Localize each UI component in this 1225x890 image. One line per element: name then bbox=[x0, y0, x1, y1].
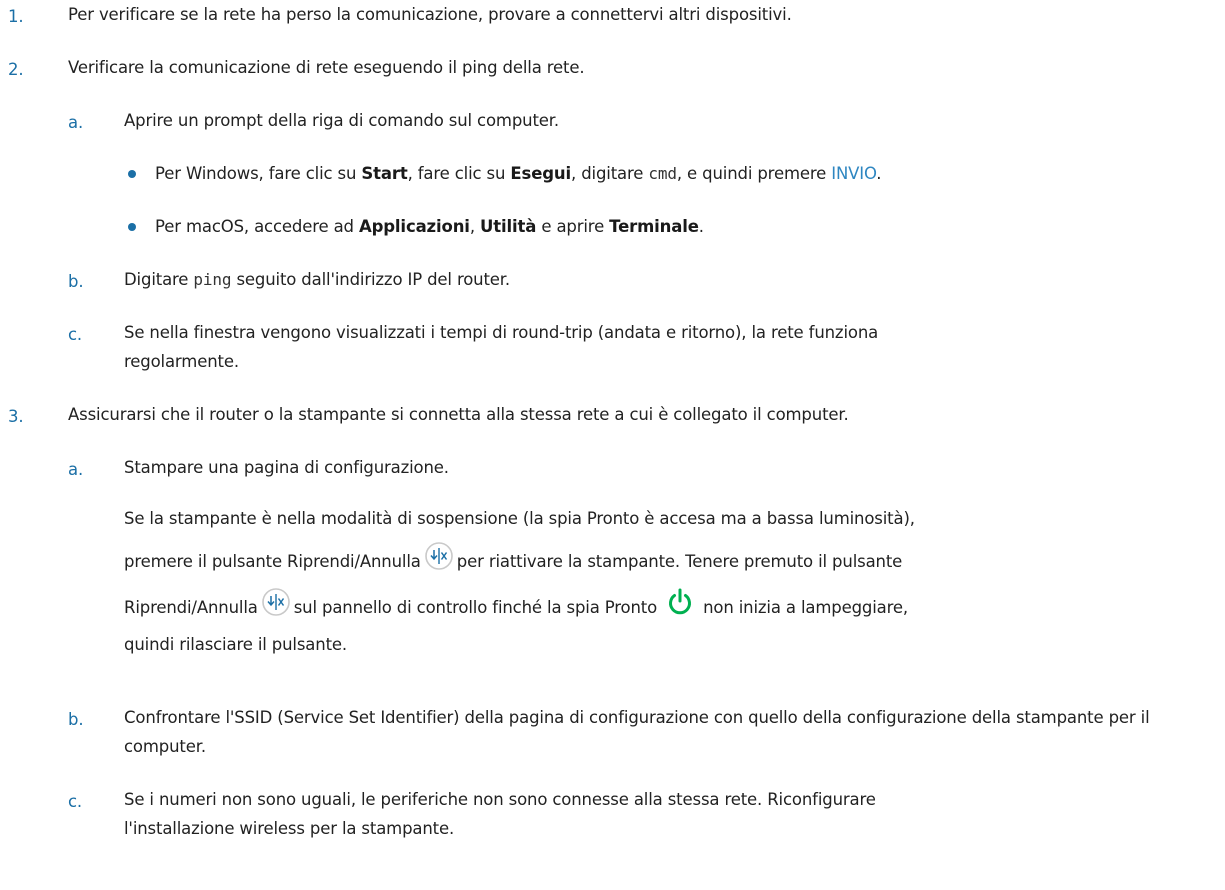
step-text: Verificare la comunicazione di rete eseg… bbox=[68, 58, 585, 77]
substep-letter: c. bbox=[68, 325, 83, 344]
substep-letter: a. bbox=[68, 460, 84, 479]
bullet-dot bbox=[128, 223, 136, 231]
invio-key-link: INVIO bbox=[831, 164, 877, 183]
note-line-4: quindi rilasciare il pulsante. bbox=[124, 635, 347, 654]
esegui-label: Esegui bbox=[510, 164, 572, 183]
substep-text: Digitare ping seguito dall'indirizzo IP … bbox=[124, 270, 511, 289]
substep-letter: c. bbox=[68, 792, 83, 811]
step-number: 1. bbox=[8, 7, 24, 26]
ping-code: ping bbox=[193, 270, 232, 289]
note-line-1: Se la stampante è nella modalità di sosp… bbox=[124, 509, 915, 528]
step-text: Per verificare se la rete ha perso la co… bbox=[68, 5, 792, 24]
substep-text: Stampare una pagina di configurazione. bbox=[124, 458, 449, 477]
substep-letter: b. bbox=[68, 272, 84, 291]
substep-text: Aprire un prompt della riga di comando s… bbox=[124, 111, 560, 130]
step-number: 3. bbox=[8, 407, 24, 426]
applicazioni-label: Applicazioni bbox=[358, 217, 470, 236]
step-number: 2. bbox=[8, 60, 24, 79]
bullet-dot bbox=[128, 170, 136, 178]
resume-cancel-icon bbox=[424, 541, 454, 580]
substep-letter: a. bbox=[68, 113, 84, 132]
substep-text: Se nella finestra vengono visualizzati i… bbox=[124, 323, 879, 371]
bullet-windows: Per Windows, fare clic su Start, fare cl… bbox=[155, 164, 882, 183]
start-label: Start bbox=[361, 164, 408, 183]
note-line-2: premere il pulsante Riprendi/Annulla per … bbox=[124, 541, 902, 582]
utilita-label: Utilità bbox=[480, 217, 537, 236]
terminale-label: Terminale bbox=[609, 217, 699, 236]
substep-text: Confrontare l'SSID (Service Set Identifi… bbox=[124, 708, 1150, 756]
power-icon bbox=[665, 587, 695, 626]
cmd-code: cmd bbox=[648, 164, 677, 183]
step-text: Assicurarsi che il router o la stampante… bbox=[68, 405, 849, 424]
resume-cancel-icon bbox=[261, 587, 291, 626]
note-line-3: Riprendi/Annulla sul pannello di controll… bbox=[124, 587, 908, 628]
substep-letter: b. bbox=[68, 710, 84, 729]
bullet-macos: Per macOS, accedere ad Applicazioni, Uti… bbox=[155, 217, 704, 236]
substep-text: Se i numeri non sono uguali, le periferi… bbox=[124, 790, 876, 838]
